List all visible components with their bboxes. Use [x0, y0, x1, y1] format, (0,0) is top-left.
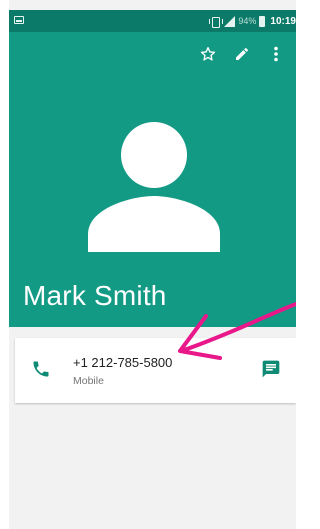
status-indicators: 94% 10:19: [209, 14, 296, 28]
signal-icon: [224, 15, 236, 27]
message-icon[interactable]: [261, 359, 281, 379]
vibrate-icon: [209, 16, 224, 28]
edit-pencil-icon[interactable]: [232, 44, 252, 64]
left-edge: [0, 0, 9, 529]
battery-icon: [259, 15, 266, 27]
more-options-icon[interactable]: [266, 44, 286, 64]
contact-name: Mark Smith: [23, 280, 167, 311]
status-bar: 94% 10:19: [9, 10, 296, 32]
phone-icon[interactable]: [31, 359, 51, 379]
screenshot-icon: [14, 16, 24, 24]
contact-details-content: +1 212-785-5800 Mobile: [9, 327, 296, 529]
contact-avatar: [88, 118, 220, 252]
favorite-star-icon[interactable]: [198, 44, 218, 64]
contact-header: Mark Smith: [9, 32, 296, 327]
phone-number[interactable]: +1 212-785-5800: [73, 355, 172, 370]
clock-time: 10:19: [270, 15, 296, 27]
header-actions: [198, 44, 286, 64]
battery-percent: 94%: [238, 16, 257, 26]
phone-entry-card[interactable]: +1 212-785-5800 Mobile: [15, 338, 296, 403]
phone-type-label: Mobile: [73, 375, 104, 387]
contact-details-screen: 94% 10:19 Mark Smith +1 212-785-5800 Mob…: [0, 0, 296, 529]
